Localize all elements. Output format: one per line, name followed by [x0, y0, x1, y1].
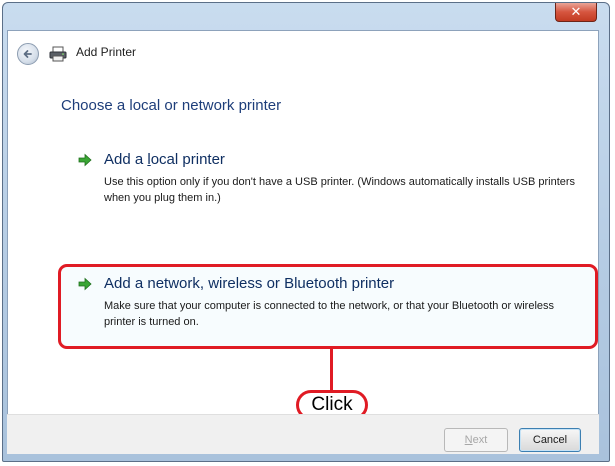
back-arrow-icon: [23, 50, 32, 58]
wizard-content: Add Printer Choose a local or network pr…: [7, 30, 599, 454]
back-button[interactable]: [17, 43, 39, 65]
close-icon: ✕: [570, 4, 582, 20]
page-heading: Choose a local or network printer: [61, 97, 282, 114]
printer-icon: [49, 46, 67, 62]
option-description: Use this option only if you don't have a…: [104, 176, 576, 204]
next-button[interactable]: Next: [444, 428, 508, 452]
wizard-header: Add Printer: [8, 31, 598, 75]
callout-connector: [330, 349, 333, 390]
window-title: Add Printer: [76, 45, 137, 59]
option-description: Make sure that your computer is connecte…: [104, 300, 555, 328]
green-arrow-icon: [78, 277, 92, 291]
option-title: Add a network, wireless or Bluetooth pri…: [104, 275, 395, 292]
green-arrow-icon: [78, 153, 92, 167]
option-title: Add a local printer: [104, 151, 225, 168]
cancel-button[interactable]: Cancel: [519, 428, 581, 452]
close-button[interactable]: ✕: [555, 3, 597, 22]
wizard-footer: Next Cancel: [7, 414, 599, 454]
